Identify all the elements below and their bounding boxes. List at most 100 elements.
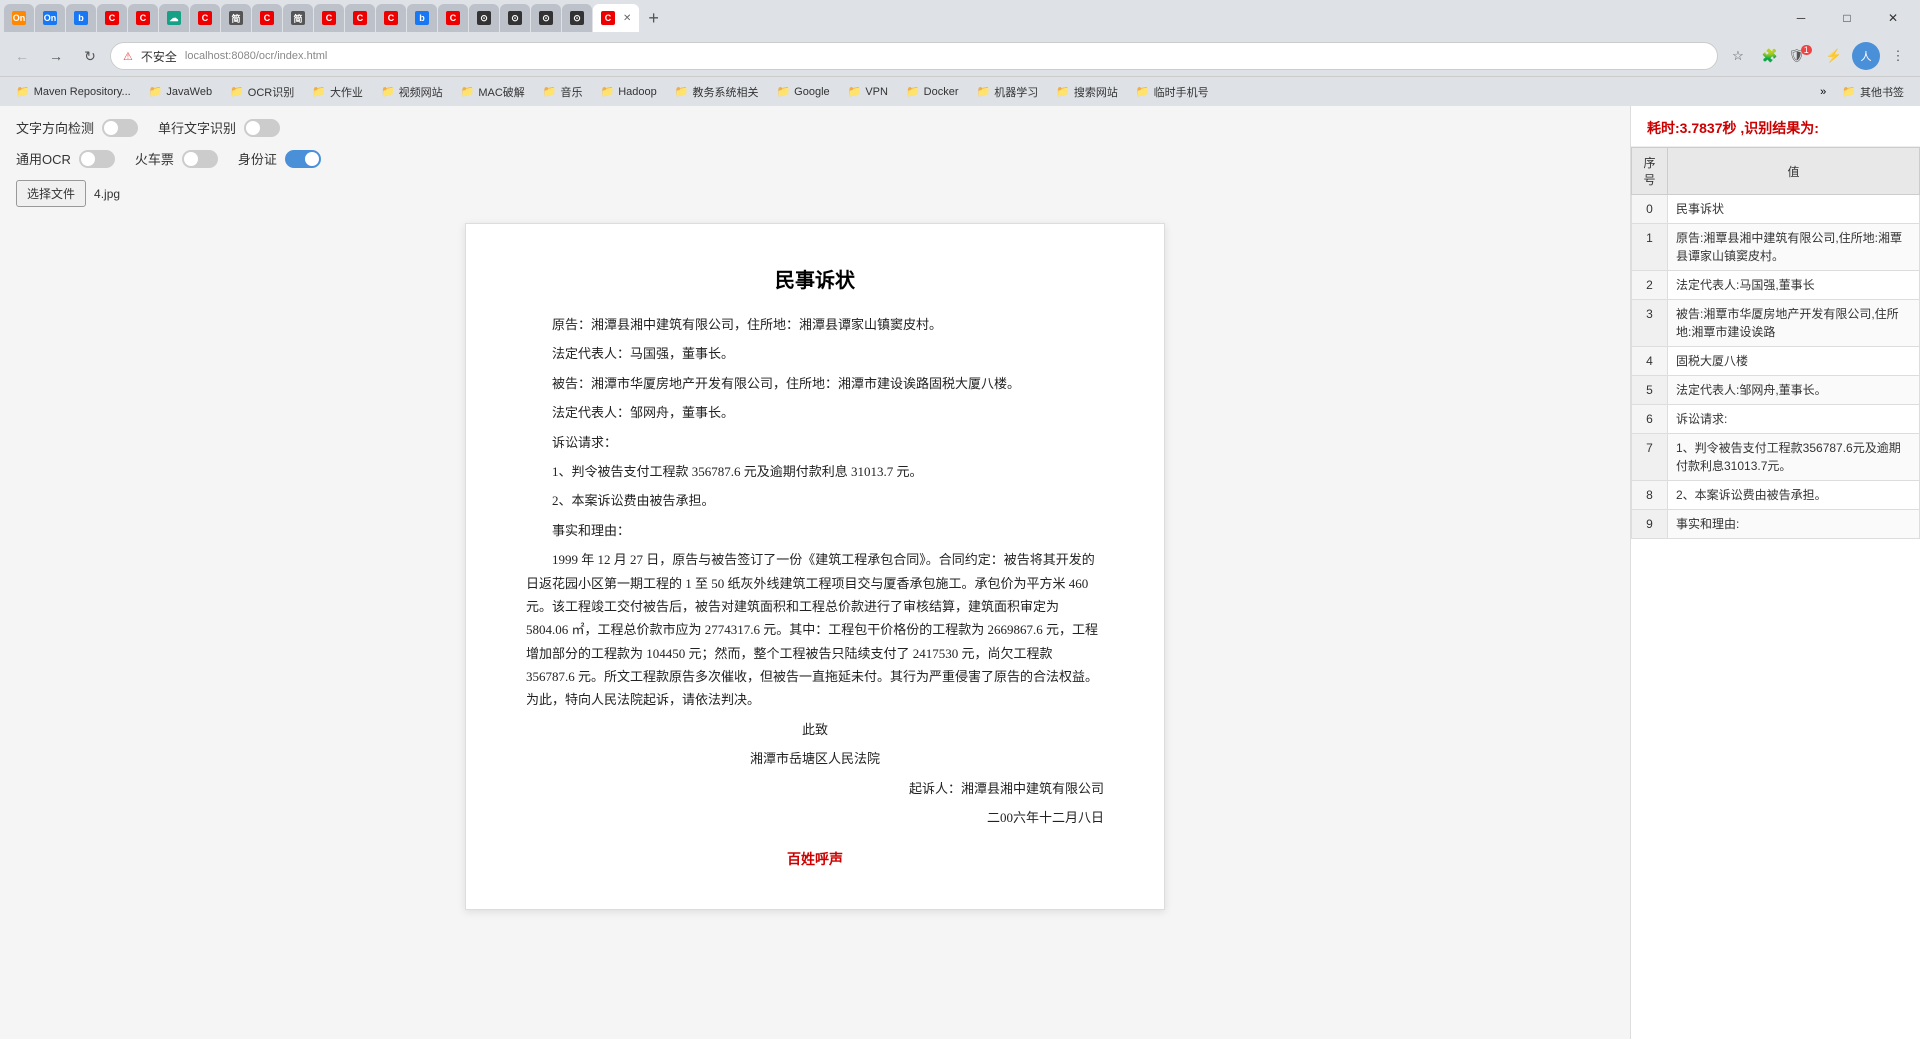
bookmark-label: Google bbox=[794, 86, 829, 98]
tab-7[interactable]: C bbox=[190, 4, 220, 32]
bookmark-label: 视频网站 bbox=[399, 84, 443, 100]
bookmark-maven[interactable]: 📁 Maven Repository... bbox=[8, 80, 139, 104]
doc-para-claims-title: 诉讼请求： bbox=[526, 431, 1104, 454]
tab-3-favicon: b bbox=[74, 11, 88, 25]
bookmark-vpn[interactable]: 📁 VPN bbox=[840, 80, 896, 104]
tab-11[interactable]: C bbox=[314, 4, 344, 32]
bookmark-label: Docker bbox=[924, 86, 959, 98]
doc-para-facts: 1999 年 12 月 27 日，原告与被告签订了一份《建筑工程承包合同》。合同… bbox=[526, 548, 1104, 712]
tab-2[interactable]: On bbox=[35, 4, 65, 32]
bookmark-search[interactable]: 📁 搜索网站 bbox=[1048, 80, 1126, 104]
tab-8-favicon: 简 bbox=[229, 11, 243, 25]
bookmark-label: 其他书签 bbox=[1860, 84, 1904, 100]
result-table[interactable]: 序号 值 0 民事诉状 1 原告:湘覃县湘中建筑有限公司,住所地:湘覃县谭家山镇… bbox=[1631, 147, 1920, 1039]
profile-button[interactable]: 人 bbox=[1852, 42, 1880, 70]
tab-3[interactable]: b bbox=[66, 4, 96, 32]
tab-github-1[interactable]: ⊙ bbox=[469, 4, 499, 32]
tab-active[interactable]: C ✕ bbox=[593, 4, 639, 32]
tab-4[interactable]: C bbox=[97, 4, 127, 32]
bookmark-javaweb[interactable]: 📁 JavaWeb bbox=[141, 80, 220, 104]
table-row: 4 固税大厦八楼 bbox=[1632, 347, 1920, 376]
address-input[interactable]: ⚠ 不安全 localhost:8080/ocr/index.html bbox=[110, 42, 1718, 70]
table-row: 9 事实和理由: bbox=[1632, 510, 1920, 539]
text-direction-label: 文字方向检测 bbox=[16, 118, 94, 137]
tab-9[interactable]: C bbox=[252, 4, 282, 32]
table-row: 3 被告:湘覃市华厦房地产开发有限公司,住所地:湘覃市建设诶路 bbox=[1632, 300, 1920, 347]
bookmark-hadoop[interactable]: 📁 Hadoop bbox=[593, 80, 665, 104]
bookmark-mac[interactable]: 📁 MAC破解 bbox=[453, 80, 533, 104]
document-body: 原告：湘潭县湘中建筑有限公司，住所地：湘潭县谭家山镇窦皮村。 法定代表人：马国强… bbox=[526, 313, 1104, 829]
file-name-display: 4.jpg bbox=[94, 187, 120, 201]
folder-icon: 📁 bbox=[906, 85, 920, 98]
security-label: 不安全 bbox=[141, 48, 177, 65]
menu-button[interactable]: ⋮ bbox=[1884, 42, 1912, 70]
tab-close-icon[interactable]: ✕ bbox=[623, 13, 631, 24]
close-button[interactable]: ✕ bbox=[1870, 0, 1916, 36]
folder-icon: 📁 bbox=[1136, 85, 1150, 98]
minimize-button[interactable]: ─ bbox=[1778, 0, 1824, 36]
bookmark-label: MAC破解 bbox=[478, 84, 524, 100]
folder-icon: 📁 bbox=[601, 85, 615, 98]
back-button[interactable]: ← bbox=[8, 42, 36, 70]
tab-15[interactable]: C bbox=[438, 4, 468, 32]
id-card-toggle[interactable] bbox=[285, 150, 321, 168]
address-actions: ☆ 🧩 🛡1 ⚡ 人 ⋮ bbox=[1724, 42, 1912, 70]
reload-button[interactable]: ↻ bbox=[76, 42, 104, 70]
result-header-text: 耗时:3.7837秒 ,识别结果为: bbox=[1647, 120, 1819, 136]
tab-4-favicon: C bbox=[105, 11, 119, 25]
tab-13[interactable]: C bbox=[376, 4, 406, 32]
bookmark-others[interactable]: 📁 其他书签 bbox=[1834, 80, 1912, 104]
forward-button[interactable]: → bbox=[42, 42, 70, 70]
tab-5[interactable]: C bbox=[128, 4, 158, 32]
bookmark-label: JavaWeb bbox=[166, 86, 212, 98]
tab-8[interactable]: 简 bbox=[221, 4, 251, 32]
table-row: 6 诉讼请求: bbox=[1632, 405, 1920, 434]
row-index-1: 1 bbox=[1632, 224, 1668, 271]
table-row: 0 民事诉状 bbox=[1632, 195, 1920, 224]
doc-para-defendant: 被告：湘潭市华厦房地产开发有限公司，住所地：湘潭市建设诶路固税大厦八楼。 bbox=[526, 372, 1104, 395]
bookmark-edu[interactable]: 📁 教务系统相关 bbox=[667, 80, 767, 104]
bookmark-label: Hadoop bbox=[618, 86, 657, 98]
extension-shield-icon[interactable]: 🛡1 bbox=[1788, 42, 1816, 70]
extension-icon[interactable]: ⚡ bbox=[1820, 42, 1848, 70]
tab-10-favicon: 简 bbox=[291, 11, 305, 25]
tab-github-3[interactable]: ⊙ bbox=[531, 4, 561, 32]
tab-1[interactable]: On bbox=[4, 4, 34, 32]
github-favicon-1: ⊙ bbox=[477, 11, 491, 25]
bookmark-docker[interactable]: 📁 Docker bbox=[898, 80, 967, 104]
single-line-toggle[interactable] bbox=[244, 119, 280, 137]
bookmark-google[interactable]: 📁 Google bbox=[768, 80, 837, 104]
table-row: 5 法定代表人:邹网舟,董事长。 bbox=[1632, 376, 1920, 405]
folder-icon: 📁 bbox=[1056, 85, 1070, 98]
bookmark-star-icon[interactable]: ☆ bbox=[1724, 42, 1752, 70]
row-index-3: 3 bbox=[1632, 300, 1668, 347]
single-line-control: 单行文字识别 bbox=[158, 118, 280, 137]
bookmark-homework[interactable]: 📁 大作业 bbox=[304, 80, 371, 104]
text-direction-toggle[interactable] bbox=[102, 119, 138, 137]
bookmark-label: 搜索网站 bbox=[1074, 84, 1118, 100]
bookmarks-more-button[interactable]: » bbox=[1814, 84, 1832, 100]
document-title: 民事诉状 bbox=[526, 264, 1104, 293]
general-ocr-toggle[interactable] bbox=[79, 150, 115, 168]
folder-icon: 📁 bbox=[543, 85, 557, 98]
bookmark-label: OCR识别 bbox=[248, 84, 294, 100]
choose-file-button[interactable]: 选择文件 bbox=[16, 180, 86, 207]
bookmark-ml[interactable]: 📁 机器学习 bbox=[969, 80, 1047, 104]
tab-14[interactable]: b bbox=[407, 4, 437, 32]
tab-github-2[interactable]: ⊙ bbox=[500, 4, 530, 32]
doc-para-plaintiff-name: 起诉人：湘潭县湘中建筑有限公司 bbox=[526, 777, 1104, 800]
extension-puzzle-icon[interactable]: 🧩 bbox=[1756, 42, 1784, 70]
tab-github-4[interactable]: ⊙ bbox=[562, 4, 592, 32]
new-tab-button[interactable]: + bbox=[640, 4, 667, 32]
row-value-3: 被告:湘覃市华厦房地产开发有限公司,住所地:湘覃市建设诶路 bbox=[1668, 300, 1920, 347]
tab-6[interactable]: ☁ bbox=[159, 4, 189, 32]
tab-12[interactable]: C bbox=[345, 4, 375, 32]
bookmark-video[interactable]: 📁 视频网站 bbox=[373, 80, 451, 104]
train-ticket-toggle[interactable] bbox=[182, 150, 218, 168]
bookmark-ocr[interactable]: 📁 OCR识别 bbox=[222, 80, 302, 104]
window-controls: ─ □ ✕ bbox=[1778, 0, 1916, 36]
tab-10[interactable]: 简 bbox=[283, 4, 313, 32]
bookmark-phone[interactable]: 📁 临时手机号 bbox=[1128, 80, 1217, 104]
bookmark-music[interactable]: 📁 音乐 bbox=[535, 80, 591, 104]
restore-button[interactable]: □ bbox=[1824, 0, 1870, 36]
